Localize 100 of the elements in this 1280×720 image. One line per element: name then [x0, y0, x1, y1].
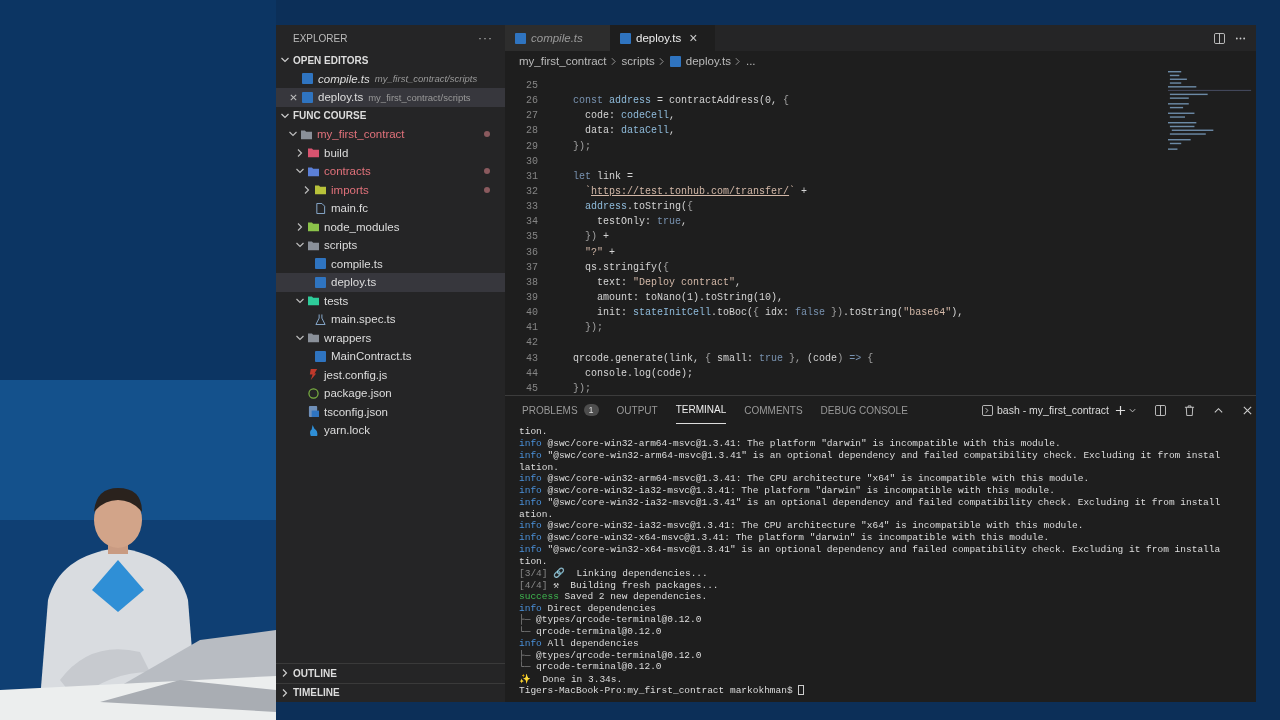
breadcrumb-item[interactable]: my_first_contract	[519, 55, 607, 67]
terminal-line: info @swc/core-win32-arm64-msvc@1.3.41: The CPU architecture "x64" is incompatible with this module.	[519, 473, 1090, 485]
chevron-icon	[658, 56, 664, 66]
terminal-line: info All dependencies	[519, 637, 639, 649]
tab-label: deploy.ts	[636, 32, 682, 44]
tree-item[interactable]: main.spec.ts	[276, 310, 505, 329]
breadcrumb-item[interactable]: ...	[746, 55, 756, 67]
timeline-header[interactable]: TIMELINE	[276, 682, 505, 702]
tree-item[interactable]: tests	[276, 291, 505, 310]
outline-header[interactable]: OUTLINE	[276, 663, 505, 683]
terminal-line: success Saved 2 new dependencies.	[519, 590, 708, 602]
tree-item-name: yarn.lock	[324, 424, 371, 437]
more-actions-button[interactable]: ···	[478, 31, 493, 45]
code-line: `https://test.tonhub.com/transfer/` +	[584, 186, 808, 198]
line-number: 33	[525, 201, 538, 213]
tree-item[interactable]: package.json	[276, 384, 505, 403]
editor-tab[interactable]: deploy.ts ×	[610, 25, 715, 51]
editor-tab[interactable]: compile.ts	[505, 25, 610, 51]
terminal-line: info @swc/core-win32-x64-msvc@1.3.41: The platform "darwin" is incompatible with this module.	[519, 532, 1050, 544]
line-number: 45	[525, 382, 538, 394]
terminal-line: info "@swc/core-win32-ia32-msvc@1.3.41" is an optional dependency and failed compatibility check. Excluding it from install	[519, 496, 1221, 508]
tree-item[interactable]: node_modules	[276, 217, 505, 236]
trash-icon[interactable]	[1184, 404, 1195, 416]
line-number: 40	[525, 307, 538, 319]
tree-item-name: package.json	[324, 387, 392, 400]
code-line: "?" +	[584, 246, 616, 258]
file-icon	[315, 202, 326, 214]
typescript-file-icon	[620, 32, 631, 44]
line-number: 43	[525, 352, 538, 364]
file-path: my_first_contract/scripts	[368, 91, 471, 103]
close-tab-button[interactable]: ×	[689, 30, 698, 46]
json-file-icon	[308, 387, 319, 399]
tree-item[interactable]: scripts	[276, 236, 505, 255]
tree-item[interactable]: deploy.ts	[276, 273, 505, 292]
tree-item[interactable]: compile.ts	[276, 254, 505, 273]
open-editor-item[interactable]: compile.ts my_first_contract/scripts	[276, 69, 505, 88]
tree-item[interactable]: tsconfig.json	[276, 402, 505, 421]
terminal-line: [3/4] 🔗 Linking dependencies...	[519, 566, 708, 579]
breadcrumb-item[interactable]: scripts	[621, 55, 655, 67]
tree-item[interactable]: yarn.lock	[276, 421, 505, 440]
terminal-line: info "@swc/core-win32-arm64-msvc@1.3.41" is an optional dependency and failed compatibility check. Excluding it from instal	[519, 449, 1221, 461]
modified-dot	[484, 168, 490, 175]
tree-item-name: deploy.ts	[331, 276, 377, 289]
code-line: init: stateInitCell.toBoc({ idx: false }).toString("base64"),	[596, 307, 964, 319]
workspace-header[interactable]: FUNC COURSE	[276, 106, 505, 125]
terminal-line: info @swc/core-win32-ia32-msvc@1.3.41: The CPU architecture "x64" is incompatible with this module.	[519, 520, 1084, 532]
line-number: 26	[525, 95, 538, 107]
tree-item-name: build	[324, 146, 349, 159]
code-line: amount: toNano(1).toString(10),	[596, 292, 784, 304]
code-line: let link =	[573, 170, 634, 182]
panel-tab[interactable]: DEBUG CONSOLE	[820, 396, 908, 424]
tree-item-name: tsconfig.json	[324, 405, 388, 418]
typescript-file-icon	[315, 350, 326, 362]
modified-dot	[484, 131, 490, 138]
file-name: deploy.ts	[318, 91, 364, 104]
terminal-line: info @swc/core-win32-arm64-msvc@1.3.41: The platform "darwin" is incompatible with this module.	[519, 438, 1061, 450]
terminal-line: info Direct dependencies	[519, 602, 656, 614]
tree-item-name: MainContract.ts	[331, 350, 412, 363]
code-line: code: codeCell,	[584, 110, 676, 122]
tree-item[interactable]: wrappers	[276, 328, 505, 347]
code-line: text: "Deploy contract",	[596, 276, 742, 288]
tree-item[interactable]: imports	[276, 180, 505, 199]
panel-tab[interactable]: COMMENTS	[744, 396, 803, 424]
tree-item[interactable]: jest.config.js	[276, 365, 505, 384]
line-number: 25	[525, 80, 538, 92]
terminal-line: └─ qrcode-terminal@0.12.0	[519, 661, 662, 673]
typescript-file-icon	[302, 91, 313, 103]
typescript-file-icon	[315, 276, 326, 288]
tree-item-name: compile.ts	[331, 257, 383, 270]
close-icon[interactable]	[1242, 404, 1253, 416]
panel-tab[interactable]: OUTPUT	[616, 396, 658, 424]
typescript-file-icon	[515, 32, 526, 44]
line-number: 29	[525, 140, 538, 152]
tree-item-name: tests	[324, 294, 349, 307]
tree-item[interactable]: main.fc	[276, 199, 505, 218]
tree-item[interactable]: MainContract.ts	[276, 347, 505, 366]
split-terminal-icon[interactable]	[1155, 404, 1166, 416]
jest-file-icon	[308, 369, 319, 381]
yarn-file-icon	[308, 424, 319, 436]
chevron-icon	[610, 56, 616, 66]
open-editors-header[interactable]: OPEN EDITORS	[276, 51, 505, 70]
code-line: data: dataCell,	[584, 125, 676, 137]
line-number: 31	[525, 170, 538, 182]
terminal-line: info @swc/core-win32-ia32-msvc@1.3.41: The platform "darwin" is incompatible with this module.	[519, 485, 1055, 497]
tree-item[interactable]: contracts	[276, 162, 505, 181]
tree-item-name: main.spec.ts	[331, 313, 396, 326]
panel-tab[interactable]: PROBLEMS 1	[522, 396, 599, 424]
breadcrumb-item[interactable]: deploy.ts	[685, 55, 731, 67]
tree-item[interactable]: build	[276, 143, 505, 162]
terminal-line: ✨ Done in 3.34s.	[519, 672, 623, 685]
tree-item[interactable]: my_first_contract	[276, 125, 505, 144]
flask-icon	[315, 313, 326, 325]
code-line: qs.stringify({	[584, 261, 670, 273]
plus-icon[interactable]	[1115, 404, 1126, 416]
close-icon[interactable]	[289, 92, 298, 102]
panel-tab[interactable]: TERMINAL	[675, 396, 727, 424]
split-editor-icon[interactable]	[1214, 32, 1225, 44]
line-number: 42	[525, 337, 538, 349]
open-editor-item[interactable]: deploy.ts my_first_contract/scripts	[276, 88, 505, 107]
config-file-icon	[308, 406, 319, 418]
